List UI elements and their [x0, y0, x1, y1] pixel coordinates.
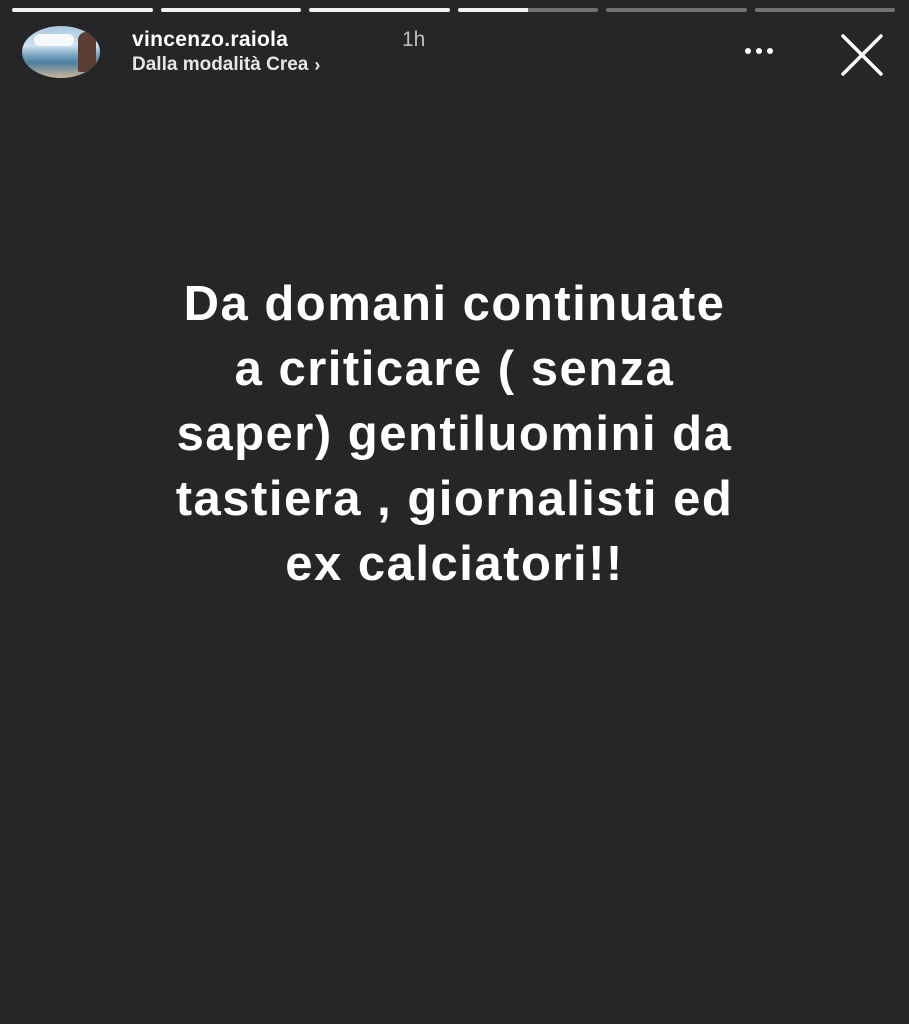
create-mode-label: Dalla modalità Crea	[132, 54, 309, 75]
story-viewer: vincenzo.raiola 1h Dalla modalità Crea ›…	[0, 0, 909, 1024]
progress-segment	[160, 8, 301, 12]
story-text: Da domani continuate a criticare ( senza…	[175, 277, 734, 591]
close-button[interactable]	[837, 30, 887, 80]
progress-segment	[457, 8, 598, 12]
chevron-right-icon: ›	[314, 54, 321, 75]
more-horizontal-icon	[756, 48, 762, 54]
avatar[interactable]	[22, 26, 100, 78]
close-icon	[841, 34, 883, 76]
username[interactable]: vincenzo.raiola	[132, 28, 288, 52]
progress-segment	[606, 8, 747, 12]
more-horizontal-icon	[745, 48, 751, 54]
progress-segment	[309, 8, 450, 12]
more-horizontal-icon	[767, 48, 773, 54]
story-timestamp: 1h	[402, 28, 426, 51]
progress-segment	[754, 8, 895, 12]
more-options-button[interactable]	[737, 36, 781, 66]
create-mode-link[interactable]: Dalla modalità Crea ›	[132, 54, 320, 76]
story-progress-bar	[12, 8, 895, 12]
story-header: vincenzo.raiola 1h Dalla modalità Crea ›	[22, 22, 889, 82]
avatar-person	[78, 32, 96, 72]
progress-segment	[12, 8, 153, 12]
avatar-cloud	[34, 34, 74, 46]
